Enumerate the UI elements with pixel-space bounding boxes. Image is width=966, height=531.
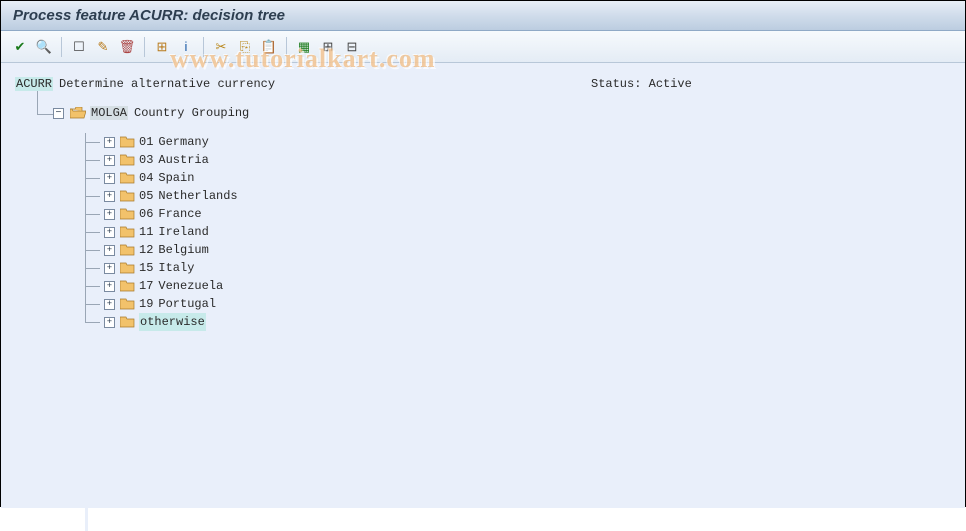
country-row[interactable]: +12 Belgium: [86, 241, 951, 259]
tree-icon[interactable]: ⊞: [151, 36, 173, 58]
country-row[interactable]: +06 France: [86, 205, 951, 223]
country-code: 01: [139, 133, 153, 151]
country-row[interactable]: +04 Spain: [86, 169, 951, 187]
country-row[interactable]: +03 Austria: [86, 151, 951, 169]
expand-node-icon[interactable]: +: [104, 317, 115, 328]
edit-icon[interactable]: ✎: [92, 36, 114, 58]
expand-node-icon[interactable]: +: [104, 245, 115, 256]
folder-icon: [120, 316, 134, 328]
status-area: Status: Active: [591, 77, 692, 91]
search-icon[interactable]: 🔍: [33, 36, 55, 58]
select-icon[interactable]: ▦: [293, 36, 315, 58]
status-label: Status:: [591, 77, 641, 91]
folder-icon: [120, 136, 134, 148]
collapse-icon[interactable]: ⊟: [341, 36, 363, 58]
tree-root-row[interactable]: ACURR Determine alternative currency: [15, 77, 951, 91]
toolbar-separator: [61, 37, 62, 57]
tree-group-row[interactable]: − MOLGA Country Grouping: [37, 106, 951, 120]
country-name: Venezuela: [158, 277, 223, 295]
country-code: 06: [139, 205, 153, 223]
expand-node-icon[interactable]: +: [104, 299, 115, 310]
folder-icon: [120, 226, 134, 238]
expand-node-icon[interactable]: +: [104, 155, 115, 166]
folder-icon: [120, 280, 134, 292]
country-name: Belgium: [158, 241, 208, 259]
cut-icon[interactable]: ✂: [210, 36, 232, 58]
group-text: Country Grouping: [134, 106, 249, 120]
country-name: Ireland: [158, 223, 208, 241]
country-code: 15: [139, 259, 153, 277]
toolbar-separator: [286, 37, 287, 57]
country-name: Portugal: [158, 295, 216, 313]
expand-node-icon[interactable]: +: [104, 281, 115, 292]
country-code: 04: [139, 169, 153, 187]
country-row[interactable]: +05 Netherlands: [86, 187, 951, 205]
country-code: 05: [139, 187, 153, 205]
folder-icon: [120, 208, 134, 220]
country-row[interactable]: +15 Italy: [86, 259, 951, 277]
country-name: France: [158, 205, 201, 223]
country-name: Italy: [158, 259, 194, 277]
window-title: Process feature ACURR: decision tree: [1, 1, 965, 31]
country-code: 17: [139, 277, 153, 295]
otherwise-label: otherwise: [139, 313, 206, 331]
collapse-node-icon[interactable]: −: [53, 108, 64, 119]
toolbar-separator: [203, 37, 204, 57]
folder-icon: [120, 262, 134, 274]
country-row[interactable]: +11 Ireland: [86, 223, 951, 241]
expand-node-icon[interactable]: +: [104, 137, 115, 148]
country-code: 11: [139, 223, 153, 241]
country-row[interactable]: +17 Venezuela: [86, 277, 951, 295]
content-area: Status: Active ACURR Determine alternati…: [1, 63, 965, 508]
check-icon[interactable]: ✔: [9, 36, 31, 58]
country-code: 19: [139, 295, 153, 313]
folder-icon: [120, 298, 134, 310]
folder-icon: [120, 172, 134, 184]
delete-icon[interactable]: 🗑: [116, 36, 138, 58]
copy-icon[interactable]: ⎘: [234, 36, 256, 58]
otherwise-row[interactable]: + otherwise: [86, 313, 951, 331]
status-value: Active: [649, 77, 692, 91]
info-icon[interactable]: i: [175, 36, 197, 58]
toolbar-separator: [144, 37, 145, 57]
paste-icon[interactable]: 📋: [258, 36, 280, 58]
expand-node-icon[interactable]: +: [104, 173, 115, 184]
new-icon[interactable]: ☐: [68, 36, 90, 58]
country-name: Spain: [158, 169, 194, 187]
toolbar: ✔🔍☐✎🗑⊞i✂⎘📋▦⊞⊟: [1, 31, 965, 63]
expand-node-icon[interactable]: +: [104, 227, 115, 238]
expand-node-icon[interactable]: +: [104, 263, 115, 274]
root-text: Determine alternative currency: [59, 77, 275, 91]
country-name: Germany: [158, 133, 208, 151]
folder-open-icon: [70, 107, 84, 119]
expand-node-icon[interactable]: +: [104, 191, 115, 202]
folder-icon: [120, 154, 134, 166]
folder-icon: [120, 190, 134, 202]
country-row[interactable]: +19 Portugal: [86, 295, 951, 313]
expand-icon[interactable]: ⊞: [317, 36, 339, 58]
group-code: MOLGA: [90, 106, 128, 120]
country-name: Austria: [158, 151, 208, 169]
root-code: ACURR: [15, 77, 53, 91]
country-list: +01 Germany +03 Austria +04 Spain +05 Netherlan…: [85, 133, 951, 331]
country-code: 12: [139, 241, 153, 259]
folder-icon: [120, 244, 134, 256]
expand-node-icon[interactable]: +: [104, 209, 115, 220]
country-name: Netherlands: [158, 187, 237, 205]
country-code: 03: [139, 151, 153, 169]
country-row[interactable]: +01 Germany: [86, 133, 951, 151]
